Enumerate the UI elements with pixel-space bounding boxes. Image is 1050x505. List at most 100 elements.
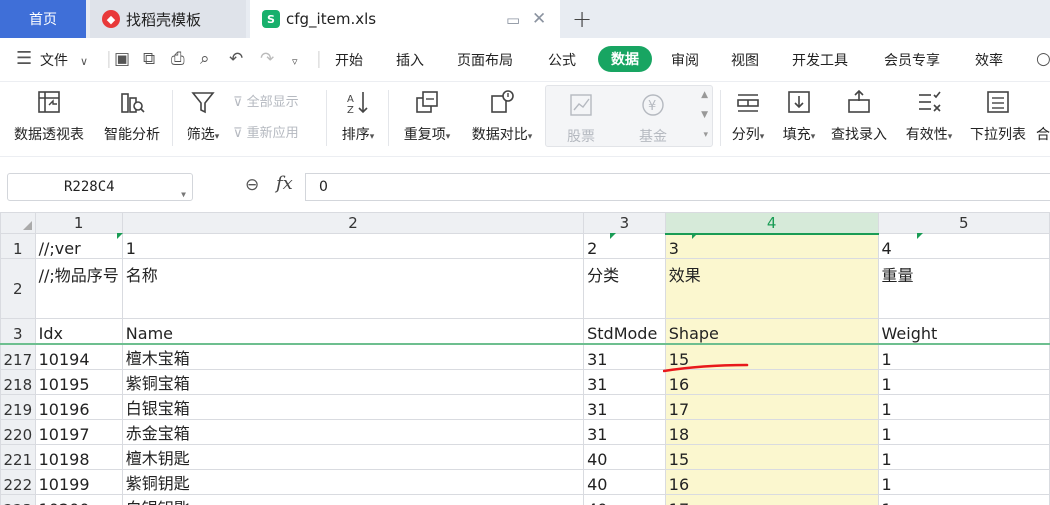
table-cell[interactable]: 31 bbox=[583, 393, 666, 420]
print-preview-icon[interactable]: ⌕ bbox=[200, 50, 210, 68]
pivot-table-button[interactable]: 数据透视表 bbox=[4, 82, 94, 156]
table-cell[interactable]: 40 bbox=[583, 493, 666, 505]
data-compare-button[interactable]: 数据对比▾ bbox=[466, 82, 538, 156]
table-cell[interactable]: 40 bbox=[583, 468, 666, 495]
table-cell[interactable]: 赤金宝箱 bbox=[121, 418, 585, 445]
gallery-scroll-up-icon[interactable]: ▲ bbox=[701, 90, 708, 100]
table-cell[interactable]: 1 bbox=[877, 418, 1050, 445]
table-cell[interactable]: 15 bbox=[664, 443, 879, 470]
undo-icon[interactable]: ↶ bbox=[229, 50, 243, 68]
fund-button[interactable]: ¥ 基金 bbox=[628, 86, 678, 148]
table-cell[interactable]: Name bbox=[121, 318, 585, 345]
stock-button[interactable]: 股票 bbox=[556, 86, 606, 148]
table-cell[interactable]: Idx bbox=[34, 318, 123, 345]
zoom-search-icon[interactable]: ⊖ bbox=[245, 175, 259, 195]
sort-button[interactable]: AZ 排序▾ bbox=[334, 82, 382, 156]
merge-button-partial[interactable]: 合 bbox=[1036, 82, 1050, 156]
table-cell[interactable]: 16 bbox=[664, 468, 879, 495]
table-cell[interactable]: 1 bbox=[121, 233, 585, 259]
column-header-2[interactable]: 2 bbox=[121, 212, 585, 234]
table-cell[interactable]: 10196 bbox=[34, 393, 123, 420]
table-cell[interactable]: 17 bbox=[664, 393, 879, 420]
table-cell[interactable]: 10200 bbox=[34, 493, 123, 505]
quick-access-more-icon[interactable]: ▿ bbox=[292, 53, 298, 71]
table-cell[interactable]: 1 bbox=[877, 493, 1050, 505]
print-icon[interactable]: ⎙ bbox=[171, 50, 185, 68]
row-header[interactable]: 220 bbox=[0, 418, 36, 445]
table-cell[interactable]: 重量 bbox=[877, 258, 1050, 319]
table-cell[interactable]: Weight bbox=[877, 318, 1050, 345]
search-icon[interactable]: ○ bbox=[1036, 50, 1050, 68]
fill-button[interactable]: 填充▾ bbox=[776, 82, 822, 156]
table-cell[interactable]: 1 bbox=[877, 343, 1050, 370]
formula-input[interactable]: 0 bbox=[305, 173, 1050, 201]
spreadsheet-grid[interactable]: 1 2 3 4 5 1 //;ver 1 2 3 4 2 //;物品序号 名称 … bbox=[0, 212, 1050, 505]
row-header[interactable]: 219 bbox=[0, 393, 36, 420]
file-menu-chevron-icon[interactable]: ∨ bbox=[80, 53, 88, 71]
file-menu[interactable]: 文件 bbox=[40, 50, 68, 70]
row-header[interactable]: 222 bbox=[0, 468, 36, 495]
dropdown-list-button[interactable]: 下拉列表 bbox=[966, 82, 1030, 156]
table-cell[interactable]: 白银钥匙 bbox=[121, 493, 585, 505]
window-restore-icon[interactable]: ▭ bbox=[506, 11, 520, 29]
table-cell[interactable]: 紫铜宝箱 bbox=[121, 368, 585, 395]
validity-button[interactable]: 有效性▾ bbox=[898, 82, 960, 156]
table-cell[interactable]: 40 bbox=[583, 443, 666, 470]
column-header-5[interactable]: 5 bbox=[877, 212, 1050, 234]
menu-page-layout[interactable]: 页面布局 bbox=[457, 50, 513, 70]
table-cell[interactable]: 檀木钥匙 bbox=[121, 443, 585, 470]
name-box-dropdown-icon[interactable]: ▼ bbox=[181, 182, 186, 208]
reapply-button[interactable]: ⊽ 重新应用 bbox=[233, 122, 299, 141]
tab-templates[interactable]: ◆ 找稻壳模板 bbox=[90, 0, 246, 38]
name-box[interactable]: R228C4 ▼ bbox=[7, 173, 193, 201]
redo-icon[interactable]: ↷ bbox=[260, 50, 274, 68]
table-cell[interactable]: 1 bbox=[877, 443, 1050, 470]
tab-spreadsheet-file[interactable]: S cfg_item.xls ▭ ✕ bbox=[250, 0, 560, 38]
table-cell[interactable]: 1 bbox=[877, 468, 1050, 495]
table-cell[interactable]: 分类 bbox=[583, 258, 666, 319]
menu-efficiency[interactable]: 效率 bbox=[975, 50, 1003, 70]
table-cell[interactable]: 4 bbox=[877, 233, 1050, 259]
insert-function-icon[interactable]: fx bbox=[276, 173, 293, 194]
row-header[interactable]: 218 bbox=[0, 368, 36, 395]
table-cell[interactable]: //;ver bbox=[34, 233, 123, 259]
menu-home[interactable]: 开始 bbox=[335, 50, 363, 70]
select-all-corner[interactable] bbox=[0, 212, 36, 234]
gallery-scroll-down-icon[interactable]: ▼ bbox=[701, 110, 708, 120]
stock-fund-gallery[interactable]: 股票 ¥ 基金 ▲ ▼ ▾ bbox=[545, 85, 713, 147]
save-icon[interactable]: ▣ bbox=[114, 50, 130, 68]
menu-formulas[interactable]: 公式 bbox=[548, 50, 576, 70]
row-header[interactable]: 217 bbox=[0, 343, 36, 370]
menu-view[interactable]: 视图 bbox=[731, 50, 759, 70]
lookup-entry-button[interactable]: 查找录入 bbox=[828, 82, 890, 156]
new-tab-plus-icon[interactable]: + bbox=[572, 5, 592, 33]
table-cell[interactable]: Shape bbox=[664, 318, 879, 345]
table-cell[interactable]: 17 bbox=[664, 493, 879, 505]
row-header[interactable]: 2 bbox=[0, 258, 36, 319]
split-columns-button[interactable]: 分列▾ bbox=[724, 82, 772, 156]
gallery-expand-icon[interactable]: ▾ bbox=[703, 130, 708, 140]
row-header[interactable]: 1 bbox=[0, 233, 36, 259]
table-cell[interactable]: 10195 bbox=[34, 368, 123, 395]
column-header-4-selected[interactable]: 4 bbox=[664, 212, 879, 235]
menu-membership[interactable]: 会员专享 bbox=[884, 50, 940, 70]
table-cell[interactable]: 紫铜钥匙 bbox=[121, 468, 585, 495]
table-cell[interactable]: 18 bbox=[664, 418, 879, 445]
tab-home[interactable]: 首页 bbox=[0, 0, 86, 38]
menu-data-active[interactable]: 数据 bbox=[598, 46, 652, 72]
table-cell[interactable]: 31 bbox=[583, 368, 666, 395]
column-header-3[interactable]: 3 bbox=[583, 212, 666, 234]
table-cell[interactable]: 白银宝箱 bbox=[121, 393, 585, 420]
table-cell[interactable]: 10197 bbox=[34, 418, 123, 445]
row-header[interactable]: 3 bbox=[0, 318, 36, 345]
table-cell[interactable]: 31 bbox=[583, 343, 666, 370]
filter-button[interactable]: 筛选▾ bbox=[180, 82, 226, 156]
smart-analysis-button[interactable]: 智能分析 bbox=[98, 82, 166, 156]
row-header[interactable]: 223 bbox=[0, 493, 36, 505]
table-cell[interactable]: 檀木宝箱 bbox=[121, 343, 585, 370]
menu-insert[interactable]: 插入 bbox=[396, 50, 424, 70]
close-tab-icon[interactable]: ✕ bbox=[532, 9, 546, 29]
table-cell[interactable]: StdMode bbox=[583, 318, 666, 345]
table-cell[interactable]: 1 bbox=[877, 393, 1050, 420]
table-cell[interactable]: //;物品序号 bbox=[34, 258, 123, 319]
